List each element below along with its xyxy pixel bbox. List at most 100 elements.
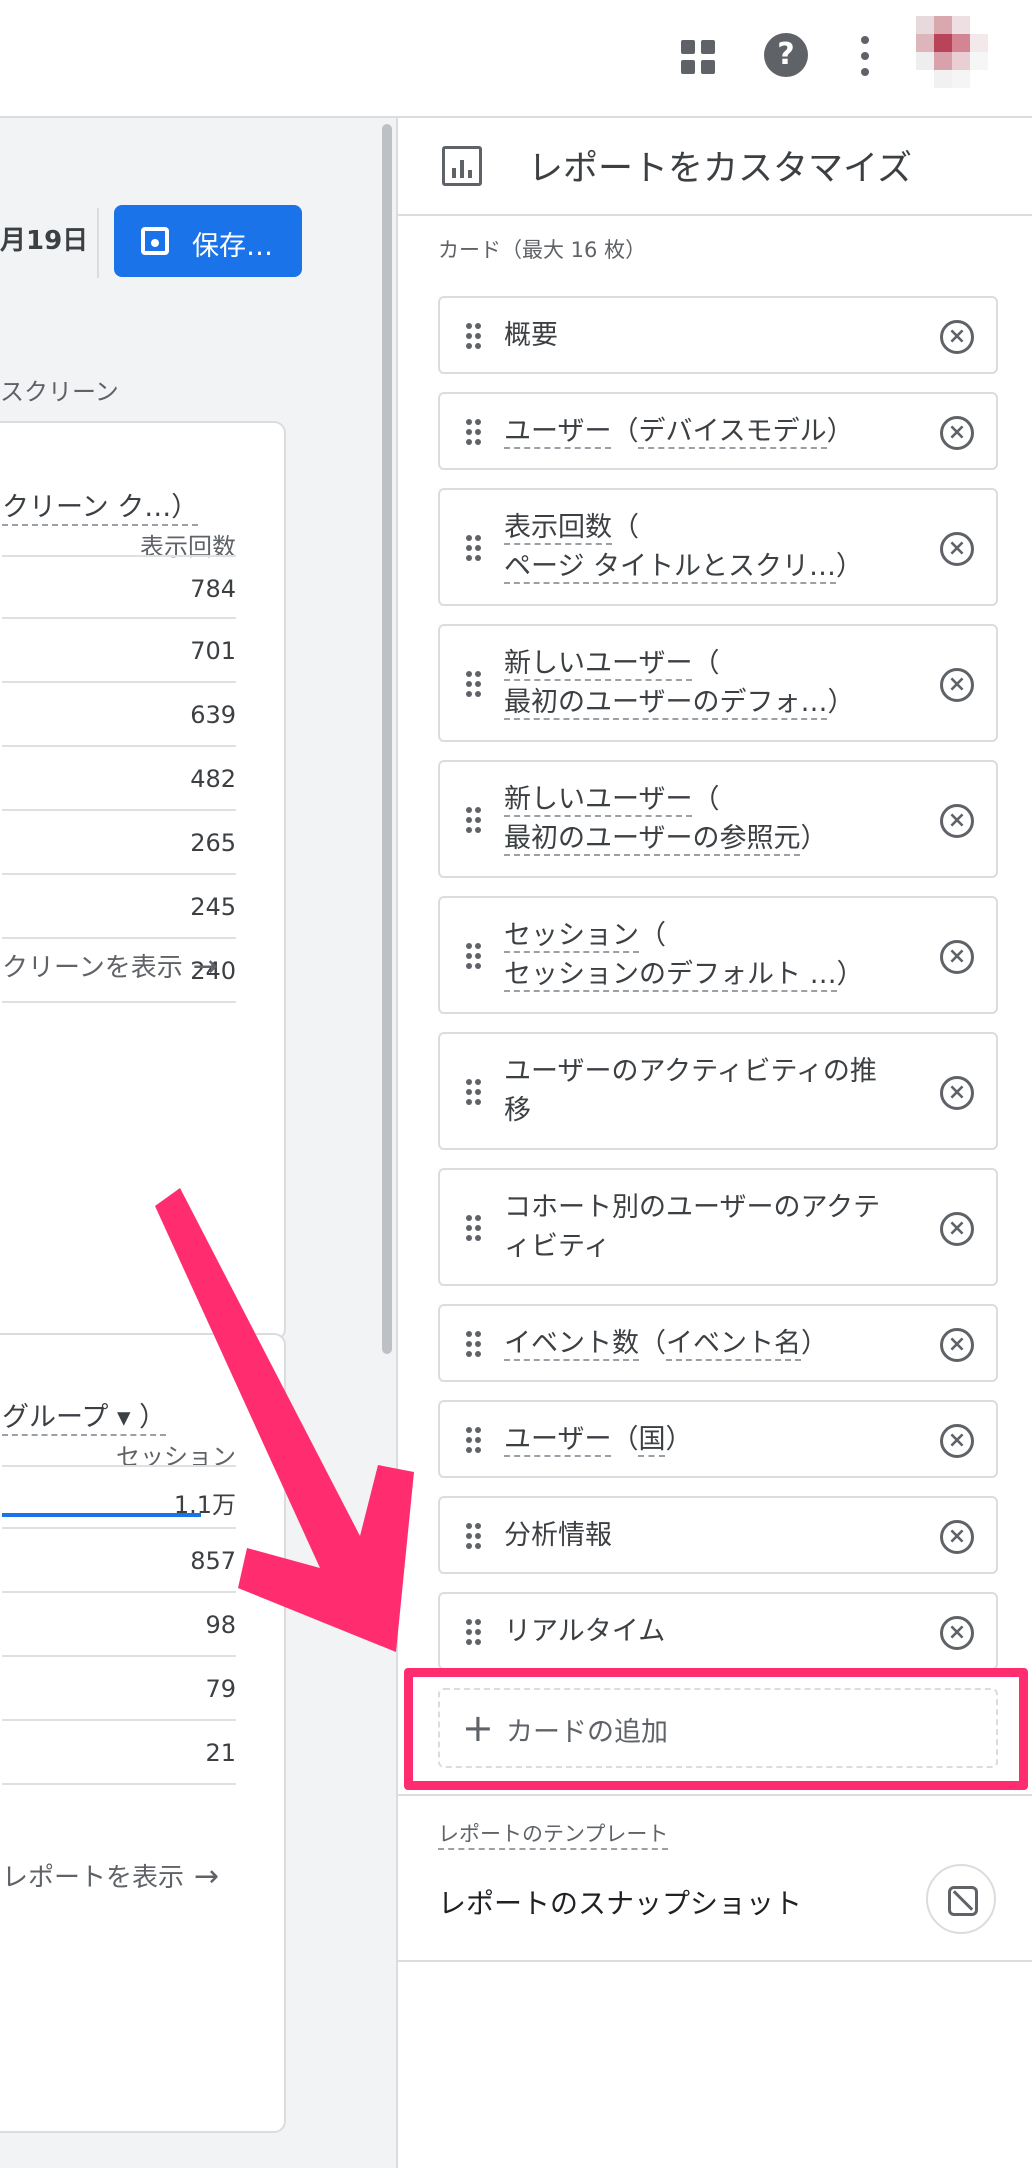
remove-circle-icon[interactable]: × xyxy=(940,1212,974,1246)
arrow-right-icon: → xyxy=(192,949,218,984)
report-card-item[interactable]: コホート別のユーザーのアクテ ィビティ × xyxy=(438,1168,998,1286)
report-card-item[interactable]: ユーザー（国） × xyxy=(438,1400,998,1478)
row-value: 857 xyxy=(190,1547,236,1575)
cards-label: カード（最大 16 枚） xyxy=(438,238,647,262)
toolbar-divider xyxy=(97,208,99,278)
drag-handle-icon[interactable] xyxy=(466,1619,482,1647)
link-label: レポートを表示 xyxy=(2,1863,185,1893)
card-title[interactable]: グループ ▾ ） xyxy=(2,1395,167,1436)
arrow-right-icon: → xyxy=(194,1859,220,1894)
drag-handle-icon[interactable] xyxy=(466,419,482,447)
link-label: クリーンを表示 xyxy=(2,953,183,983)
report-card-label: セッション（ セッションのデフォルト …） xyxy=(504,920,864,992)
remove-circle-icon[interactable]: × xyxy=(940,1616,974,1650)
report-card-item[interactable]: イベント数（イベント名） × xyxy=(438,1304,998,1382)
remove-circle-icon[interactable]: × xyxy=(940,320,974,354)
drag-handle-icon[interactable] xyxy=(466,323,482,351)
remove-circle-icon[interactable]: × xyxy=(940,1424,974,1458)
panel-header: レポートをカスタマイズ xyxy=(398,118,1032,216)
drag-handle-icon[interactable] xyxy=(466,1523,482,1551)
report-card-label: 新しいユーザー（ 最初のユーザーのデフォ…） xyxy=(504,648,855,720)
row-value: 701 xyxy=(190,637,236,665)
table-row[interactable]: 265 xyxy=(2,811,236,875)
row-value: 639 xyxy=(190,701,236,729)
report-card-label: 概要 xyxy=(504,320,558,351)
view-pages-link[interactable]: クリーンを表示 → xyxy=(2,947,218,984)
scrollbar-thumb[interactable] xyxy=(382,124,392,1354)
apps-icon[interactable] xyxy=(681,40,715,74)
report-card-label: ユーザー（国） xyxy=(504,1424,693,1457)
remove-circle-icon[interactable]: × xyxy=(940,940,974,974)
table-row[interactable]: 857 xyxy=(2,1529,236,1593)
report-card-item[interactable]: リアルタイム × xyxy=(438,1592,998,1670)
row-value: 79 xyxy=(205,1675,236,1703)
remove-circle-icon[interactable]: × xyxy=(940,1076,974,1110)
save-button[interactable]: 保存… xyxy=(114,205,302,277)
snapshot-label: レポートのスナップショット xyxy=(438,1887,803,1920)
table-row[interactable]: 784 xyxy=(2,555,236,619)
drag-handle-icon[interactable] xyxy=(466,807,482,835)
drag-handle-icon[interactable] xyxy=(466,1079,482,1107)
annotation-highlight-box xyxy=(404,1668,1028,1790)
template-label: レポートのテンプレート xyxy=(438,1818,669,1850)
card-title[interactable]: クリーン ク…） xyxy=(2,485,199,526)
drag-handle-icon[interactable] xyxy=(466,943,482,971)
remove-circle-icon[interactable]: × xyxy=(940,804,974,838)
report-card-item[interactable]: セッション（ セッションのデフォルト …） × xyxy=(438,896,998,1014)
save-icon xyxy=(141,227,169,255)
report-card-label: ユーザー（デバイスモデル） xyxy=(504,416,854,449)
row-value: 98 xyxy=(205,1611,236,1639)
help-icon[interactable]: ? xyxy=(764,33,808,77)
remove-circle-icon[interactable]: × xyxy=(940,532,974,566)
view-report-link[interactable]: レポートを表示 → xyxy=(2,1857,219,1894)
report-area: 月19日 保存… スクリーン クリーン ク…） 表示回数 784 701 639 48… xyxy=(0,118,396,2168)
report-card-item[interactable]: 表示回数（ ページ タイトルとスクリ…） × xyxy=(438,488,998,606)
table-row[interactable]: 79 xyxy=(2,1657,236,1721)
table-row[interactable]: 482 xyxy=(2,747,236,811)
report-card-label: 表示回数（ ページ タイトルとスクリ…） xyxy=(504,512,864,584)
row-value: 21 xyxy=(205,1739,236,1767)
report-card-item[interactable]: 概要 × xyxy=(438,296,998,374)
drag-handle-icon[interactable] xyxy=(466,1331,482,1359)
unlink-template-button[interactable] xyxy=(926,1864,996,1934)
row-value: 245 xyxy=(190,893,236,921)
edit-report-icon xyxy=(442,146,482,186)
report-card-label: コホート別のユーザーのアクテ ィビティ xyxy=(504,1192,881,1262)
table-row[interactable]: 21 xyxy=(2,1721,236,1785)
panel-title: レポートをカスタマイズ xyxy=(528,149,912,189)
date-range-label[interactable]: 月19日 xyxy=(0,220,88,257)
report-card-label: リアルタイム xyxy=(504,1616,666,1647)
avatar[interactable] xyxy=(916,16,990,100)
report-card-label: イベント数（イベント名） xyxy=(504,1328,828,1361)
drag-handle-icon[interactable] xyxy=(466,535,482,563)
table-row[interactable]: 1.1万 xyxy=(2,1465,236,1529)
pages-screens-card: クリーン ク…） 表示回数 784 701 639 482 265 245 240 クリーン… xyxy=(0,421,286,1341)
report-card-label: 分析情報 xyxy=(504,1520,612,1551)
section-label: スクリーン xyxy=(0,378,119,406)
drag-handle-icon[interactable] xyxy=(466,671,482,699)
row-share-bar xyxy=(2,1513,201,1517)
report-card-item[interactable]: 分析情報 × xyxy=(438,1496,998,1574)
sessions-card: グループ ▾ ） セッション 1.1万 857 98 79 21 レポートを表示 → xyxy=(0,1333,286,2133)
row-value: 482 xyxy=(190,765,236,793)
remove-circle-icon[interactable]: × xyxy=(940,1328,974,1362)
more-vert-icon[interactable] xyxy=(858,36,872,76)
row-value: 784 xyxy=(190,575,236,603)
drag-handle-icon[interactable] xyxy=(466,1427,482,1455)
table-row[interactable]: 639 xyxy=(2,683,236,747)
remove-circle-icon[interactable]: × xyxy=(940,1520,974,1554)
table-row[interactable]: 245 xyxy=(2,875,236,939)
top-app-bar: ? xyxy=(0,0,1032,118)
remove-circle-icon[interactable]: × xyxy=(940,416,974,450)
drag-handle-icon[interactable] xyxy=(466,1215,482,1243)
report-card-item[interactable]: 新しいユーザー（ 最初のユーザーのデフォ…） × xyxy=(438,624,998,742)
remove-circle-icon[interactable]: × xyxy=(940,668,974,702)
save-button-label: 保存… xyxy=(192,231,273,262)
table-row[interactable]: 98 xyxy=(2,1593,236,1657)
divider xyxy=(398,1794,1032,1796)
report-card-item[interactable]: ユーザー（デバイスモデル） × xyxy=(438,392,998,470)
table-row[interactable]: 701 xyxy=(2,619,236,683)
report-card-item[interactable]: 新しいユーザー（ 最初のユーザーの参照元） × xyxy=(438,760,998,878)
report-card-label: 新しいユーザー（ 最初のユーザーの参照元） xyxy=(504,784,828,856)
report-card-item[interactable]: ユーザーのアクティビティの推移 × xyxy=(438,1032,998,1150)
